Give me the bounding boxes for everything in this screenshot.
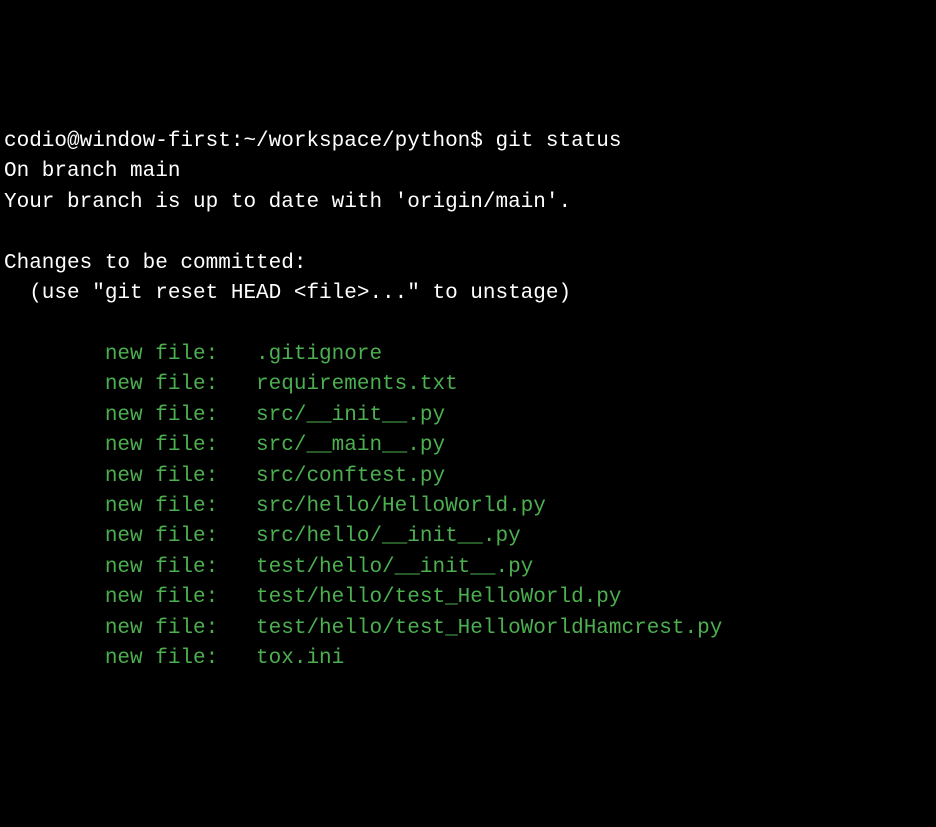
branch-line: On branch main xyxy=(4,160,180,183)
staged-file-row: new file: requirements.txt xyxy=(4,373,458,396)
staged-file-row: new file: test/hello/test_HelloWorld.py xyxy=(4,586,622,609)
staged-file-row: new file: src/__main__.py xyxy=(4,434,445,457)
unstage-hint: (use "git reset HEAD <file>..." to unsta… xyxy=(4,282,571,305)
shell-prompt: codio@window-first:~/workspace/python$ xyxy=(4,130,495,153)
staged-file-row: new file: test/hello/test_HelloWorldHamc… xyxy=(4,617,722,640)
staged-file-row: new file: tox.ini xyxy=(4,647,344,670)
terminal-output[interactable]: codio@window-first:~/workspace/python$ g… xyxy=(4,127,932,675)
staged-file-row: new file: .gitignore xyxy=(4,343,382,366)
staged-file-row: new file: src/__init__.py xyxy=(4,404,445,427)
staged-file-row: new file: src/hello/__init__.py xyxy=(4,525,521,548)
command-text: git status xyxy=(495,130,621,153)
staged-file-row: new file: test/hello/__init__.py xyxy=(4,556,533,579)
section-header: Changes to be committed: xyxy=(4,252,306,275)
staged-file-row: new file: src/hello/HelloWorld.py xyxy=(4,495,546,518)
staged-files-list: new file: .gitignore new file: requireme… xyxy=(4,343,722,670)
staged-file-row: new file: src/conftest.py xyxy=(4,465,445,488)
upstream-line: Your branch is up to date with 'origin/m… xyxy=(4,191,571,214)
